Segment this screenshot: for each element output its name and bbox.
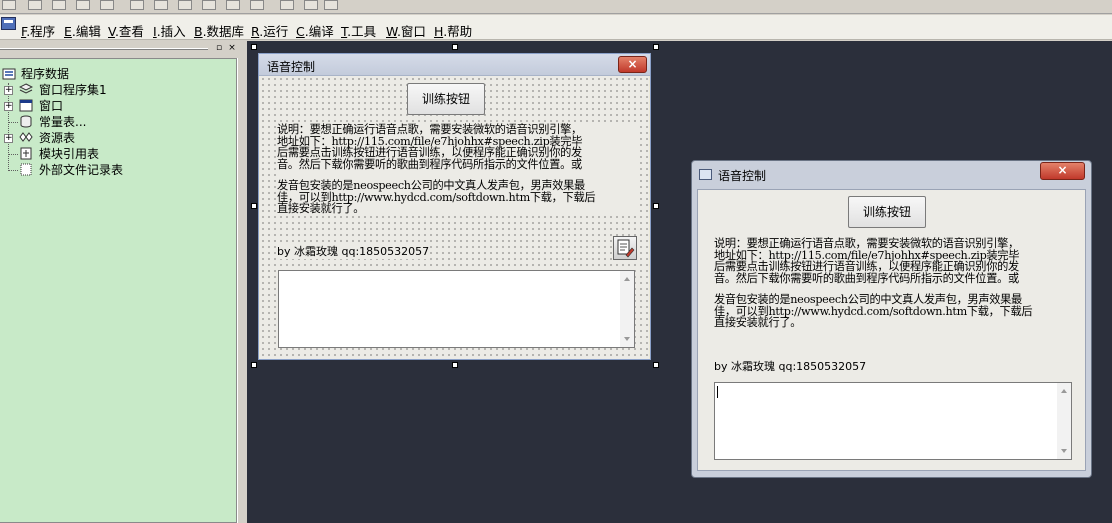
toolbar-button[interactable] — [250, 0, 264, 10]
author-label: by 冰霜玫瑰 qq:1850532057 — [714, 360, 867, 373]
resize-handle[interactable] — [653, 362, 659, 368]
menu-run[interactable]: R.运行 — [251, 21, 288, 40]
runtime-client: 训练按钮 说明：要想正确运行语音点歌，需要安装微软的语音识别引擎， 地址如下：h… — [697, 189, 1086, 471]
toolbar — [0, 0, 1112, 14]
menu-compile[interactable]: C.编译 — [296, 21, 334, 40]
tree-item-label: 窗口程序集1 — [39, 83, 107, 97]
close-panel-icon[interactable]: × — [227, 44, 237, 54]
program-tree: 程序数据 + 窗口程序集1 + 窗口 常量表... + 资源表 模块引用表 外部… — [0, 58, 237, 523]
toolbar-button[interactable] — [226, 0, 240, 10]
pin-icon[interactable]: ▫ — [214, 44, 224, 54]
textbox-scrollbar[interactable] — [1057, 383, 1071, 459]
resize-handle[interactable] — [452, 362, 458, 368]
app-icon — [1, 17, 16, 30]
resize-handle[interactable] — [452, 44, 458, 50]
window-icon — [19, 99, 33, 112]
resources-icon — [19, 132, 33, 142]
menu-help[interactable]: H.帮助 — [434, 21, 472, 40]
toolbar-button[interactable] — [154, 0, 168, 10]
tree-item-label: 模块引用表 — [39, 147, 100, 161]
toolbar-button[interactable] — [28, 0, 42, 10]
tree-item-label: 外部文件记录表 — [39, 163, 124, 177]
left-panel: ▫ × 程序数据 + 窗口程序集1 + 窗口 常量表... + 资源表 模块引用… — [0, 41, 247, 523]
expand-icon[interactable]: + — [4, 86, 13, 95]
train-button[interactable]: 训练按钮 — [848, 196, 926, 228]
resize-handle[interactable] — [653, 44, 659, 50]
expand-icon[interactable]: + — [4, 134, 13, 143]
file-icon — [20, 163, 32, 176]
panel-header: ▫ × — [0, 43, 240, 55]
menu-tools[interactable]: T.工具 — [341, 21, 376, 40]
textbox-scrollbar[interactable] — [620, 271, 634, 347]
menu-edit[interactable]: E.编辑 — [64, 21, 101, 40]
resize-handle[interactable] — [653, 203, 659, 209]
scroll-up-icon[interactable] — [624, 277, 630, 281]
resize-handle[interactable] — [251, 44, 257, 50]
toolbar-button[interactable] — [324, 0, 338, 10]
design-form[interactable]: 语音控制 × 训练按钮 说明：要想正确运行语音点歌，需要安装微软的语音识别引擎，… — [258, 53, 651, 360]
constants-icon — [20, 115, 32, 128]
design-form-titlebar: 语音控制 × — [259, 54, 650, 76]
runtime-titlebar: 语音控制 × — [692, 161, 1091, 188]
description-label: 说明：要想正确运行语音点歌，需要安装微软的语音识别引擎， 地址如下：http:/… — [277, 124, 637, 215]
menu-program[interactable]: F.程序 — [21, 21, 55, 40]
tree-item-label: 常量表... — [39, 115, 87, 129]
toolbar-button[interactable] — [100, 0, 114, 10]
toolbar-button[interactable] — [52, 0, 66, 10]
module-icon — [20, 147, 32, 160]
toolbar-button[interactable] — [304, 0, 318, 10]
resize-handle[interactable] — [251, 362, 257, 368]
runtime-window-title: 语音控制 — [718, 169, 767, 183]
menu-window[interactable]: W.窗口 — [386, 21, 426, 40]
edit-document-icon[interactable] — [613, 236, 637, 260]
train-button[interactable]: 训练按钮 — [407, 83, 485, 115]
toolbar-button[interactable] — [178, 0, 192, 10]
expand-icon[interactable]: + — [4, 102, 13, 111]
design-form-title: 语音控制 — [267, 60, 316, 74]
author-label: by 冰霜玫瑰 qq:1850532057 — [277, 243, 430, 259]
toolbar-button[interactable] — [130, 0, 144, 10]
database-icon — [2, 68, 16, 80]
panel-grip[interactable] — [0, 48, 208, 50]
output-textbox[interactable] — [278, 270, 635, 348]
toolbar-button[interactable] — [2, 0, 16, 10]
runtime-window[interactable]: 语音控制 × 训练按钮 说明：要想正确运行语音点歌，需要安装微软的语音识别引擎，… — [691, 160, 1092, 478]
text-caret — [717, 386, 718, 398]
menu-database[interactable]: B.数据库 — [194, 21, 244, 40]
resize-handle[interactable] — [251, 203, 257, 209]
scroll-down-icon[interactable] — [624, 337, 630, 341]
close-icon[interactable]: × — [618, 56, 647, 73]
toolbar-button[interactable] — [202, 0, 216, 10]
scroll-down-icon[interactable] — [1061, 449, 1067, 453]
scroll-up-icon[interactable] — [1061, 389, 1067, 393]
design-grid: 训练按钮 说明：要想正确运行语音点歌，需要安装微软的语音识别引擎， 地址如下：h… — [260, 76, 649, 359]
tree-root-label: 程序数据 — [21, 67, 70, 81]
tree-item-label: 资源表 — [39, 131, 76, 145]
window-icon — [699, 169, 712, 180]
panel-splitter[interactable] — [237, 58, 247, 523]
menu-view[interactable]: V.查看 — [108, 21, 144, 40]
menu-insert[interactable]: I.插入 — [153, 21, 186, 40]
toolbar-button[interactable] — [76, 0, 90, 10]
menubar: F.程序 E.编辑 V.查看 I.插入 B.数据库 R.运行 C.编译 T.工具… — [0, 15, 1112, 40]
description-label: 说明：要想正确运行语音点歌，需要安装微软的语音识别引擎， 地址如下：http:/… — [714, 237, 1033, 329]
output-textbox[interactable] — [714, 382, 1072, 460]
layers-icon — [19, 83, 33, 94]
toolbar-button[interactable] — [280, 0, 294, 10]
close-icon[interactable]: × — [1040, 162, 1085, 180]
tree-item-label: 窗口 — [39, 99, 64, 113]
